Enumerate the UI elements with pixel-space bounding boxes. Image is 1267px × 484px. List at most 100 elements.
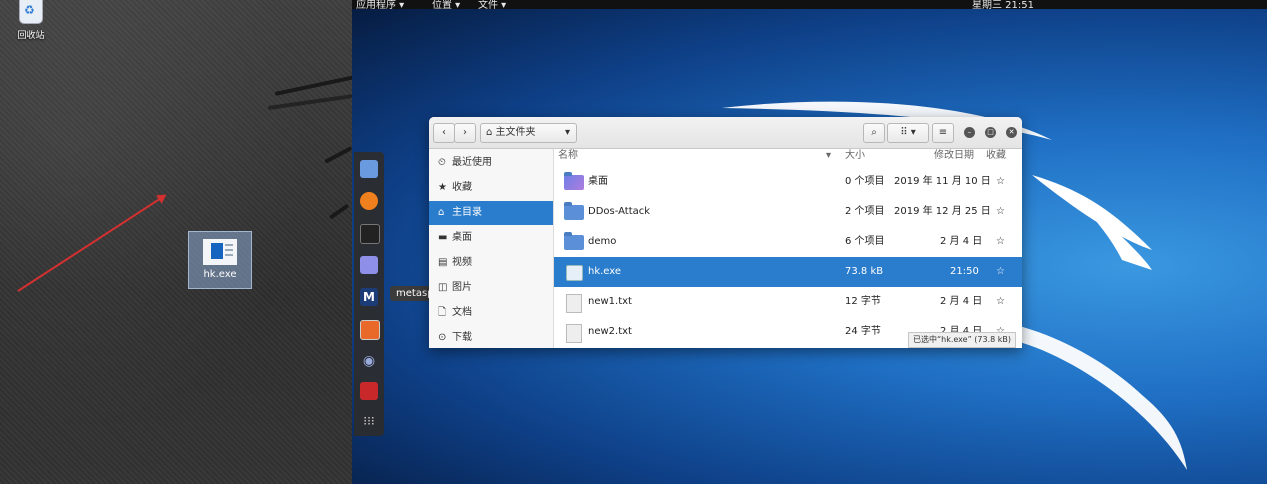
sidebar-item-pictures[interactable]: ◫ 图片 <box>429 276 553 300</box>
sidebar-item-recent[interactable]: ⏲ 最近使用 <box>429 151 553 175</box>
minimize-button[interactable]: – <box>964 127 975 138</box>
file-row-selected[interactable]: hk.exe 73.8 kB 21:50 ☆ <box>554 257 1022 287</box>
star-icon[interactable]: ☆ <box>996 257 1005 287</box>
metasploit-icon[interactable]: M <box>360 288 378 306</box>
sort-indicator-icon: ▾ <box>826 150 832 161</box>
clock[interactable]: 星期三 21:51 <box>972 0 1034 9</box>
sidebar-item-documents[interactable]: 🗋 文档 <box>429 301 553 325</box>
file-row[interactable]: new1.txt 12 字节 2 月 4 日 ☆ <box>554 287 1022 317</box>
file-manager-window: ‹ › ⌂ 主文件夹 ▾ ⌕ ⠿ ▾ ≡ – □ ✕ ⏲ 最近使用 ★ 收藏 ⌂ 主目… <box>429 117 1022 348</box>
file-modified: 2019 年 11 月 10 日 <box>894 176 991 187</box>
places-menu[interactable]: 位置 ▾ <box>432 0 460 9</box>
download-icon: ⊙ <box>438 332 447 343</box>
file-size: 0 个项目 <box>845 176 885 187</box>
desktop-icon: ▬ <box>438 232 448 243</box>
terminal-icon[interactable] <box>360 224 380 244</box>
column-header-modified[interactable]: 修改日期 <box>934 149 974 163</box>
files-icon[interactable] <box>360 160 378 178</box>
sidebar-item-downloads[interactable]: ⊙ 下载 <box>429 326 553 348</box>
file-row[interactable]: demo 6 个项目 2 月 4 日 ☆ <box>554 227 1022 257</box>
firefox-icon[interactable] <box>360 192 378 210</box>
folder-icon <box>564 232 584 250</box>
text-editor-icon[interactable] <box>360 256 378 274</box>
cherrytree-icon[interactable] <box>360 382 378 400</box>
location-label: 主文件夹 <box>495 127 536 138</box>
file-modified: 2019 年 12 月 25 日 <box>894 206 991 217</box>
recycle-bin-label: 回收站 <box>17 31 45 41</box>
sidebar-item-desktop[interactable]: ▬ 桌面 <box>429 226 553 250</box>
wallpaper-streak <box>267 94 353 110</box>
wallpaper-streak <box>324 146 353 164</box>
header-bar: ‹ › ⌂ 主文件夹 ▾ ⌕ ⠿ ▾ ≡ – □ ✕ <box>429 117 1022 149</box>
recycle-bin-icon: ♻ <box>19 0 43 24</box>
sidebar: ⏲ 最近使用 ★ 收藏 ⌂ 主目录 ▬ 桌面 ▤ 视频 ◫ 图片 🗋 文档 ⊙ 下载 <box>429 149 554 348</box>
sidebar-item-label: 文档 <box>452 307 472 318</box>
sidebar-item-videos[interactable]: ▤ 视频 <box>429 251 553 275</box>
sidebar-item-label: 最近使用 <box>452 157 492 168</box>
file-size: 12 字节 <box>845 296 881 307</box>
desktop-file-label: hk.exe <box>203 269 237 280</box>
sidebar-item-home[interactable]: ⌂ 主目录 <box>429 201 553 225</box>
eye-icon[interactable]: ◉ <box>360 352 378 370</box>
document-icon: 🗋 <box>438 307 447 318</box>
sidebar-item-starred[interactable]: ★ 收藏 <box>429 176 553 200</box>
exe-file-icon <box>203 239 237 265</box>
column-header-starred[interactable]: 收藏 <box>986 149 1006 163</box>
left-desktop: ♻ 回收站 hk.exe <box>0 0 354 484</box>
file-size: 6 个项目 <box>845 236 885 247</box>
recycle-bin[interactable]: ♻ 回收站 <box>14 0 48 41</box>
file-modified: 21:50 <box>950 266 979 277</box>
star-icon[interactable]: ☆ <box>996 287 1005 317</box>
location-path-button[interactable]: ⌂ 主文件夹 ▾ <box>480 123 577 143</box>
file-name: 桌面 <box>588 176 608 187</box>
file-name: demo <box>588 236 617 247</box>
search-button[interactable]: ⌕ <box>863 123 885 143</box>
folder-icon <box>564 202 584 220</box>
file-name: new2.txt <box>588 326 632 337</box>
file-row[interactable]: DDos-Attack 2 个项目 2019 年 12 月 25 日 ☆ <box>554 197 1022 227</box>
home-icon: ⌂ <box>438 207 445 218</box>
chevron-down-icon: ▾ <box>564 127 570 138</box>
file-list: 名称 ▾ 大小 修改日期 收藏 桌面 0 个项目 2019 年 11 月 10 … <box>554 149 1022 348</box>
home-icon: ⌂ <box>486 127 493 138</box>
star-icon[interactable]: ☆ <box>996 167 1005 197</box>
sidebar-item-label: 图片 <box>452 282 472 293</box>
file-row[interactable]: 桌面 0 个项目 2019 年 11 月 10 日 ☆ <box>554 167 1022 197</box>
red-arrow-annotation <box>17 194 166 292</box>
close-button[interactable]: ✕ <box>1006 127 1017 138</box>
text-file-icon <box>566 294 582 313</box>
exe-file-icon <box>566 265 583 281</box>
file-name: hk.exe <box>588 266 622 277</box>
maximize-button[interactable]: □ <box>985 127 996 138</box>
file-modified: 2 月 4 日 <box>940 236 983 247</box>
video-icon: ▤ <box>438 257 448 268</box>
burpsuite-icon[interactable] <box>360 320 380 340</box>
text-file-icon <box>566 324 582 343</box>
picture-icon: ◫ <box>438 282 448 293</box>
file-size: 24 字节 <box>845 326 881 337</box>
applications-menu[interactable]: 应用程序 ▾ <box>356 0 404 9</box>
column-header-size[interactable]: 大小 <box>845 149 865 163</box>
file-size: 2 个项目 <box>845 206 885 217</box>
star-icon[interactable]: ☆ <box>996 227 1005 257</box>
file-modified: 2 月 4 日 <box>940 296 983 307</box>
file-size: 73.8 kB <box>845 266 884 277</box>
wallpaper-streak <box>328 203 350 220</box>
menu-button[interactable]: ≡ <box>932 123 954 143</box>
sidebar-item-label: 主目录 <box>452 207 482 218</box>
star-icon: ★ <box>438 182 447 193</box>
desktop-file-hk-exe[interactable]: hk.exe <box>188 231 252 289</box>
file-name: DDos-Attack <box>588 206 651 217</box>
clock-icon: ⏲ <box>438 157 446 168</box>
wallpaper-streak <box>274 75 354 96</box>
sidebar-item-label: 收藏 <box>452 182 472 193</box>
back-button[interactable]: ‹ <box>433 123 455 143</box>
app-grid-icon[interactable]: ⁝⁝⁝ <box>360 412 378 430</box>
sidebar-item-label: 下载 <box>452 332 472 343</box>
desktop-folder-icon <box>564 172 584 190</box>
star-icon[interactable]: ☆ <box>996 197 1005 227</box>
files-menu[interactable]: 文件 ▾ <box>478 0 506 9</box>
column-header-name[interactable]: 名称 <box>558 149 578 163</box>
forward-button[interactable]: › <box>454 123 476 143</box>
view-options-button[interactable]: ⠿ ▾ <box>887 123 929 143</box>
